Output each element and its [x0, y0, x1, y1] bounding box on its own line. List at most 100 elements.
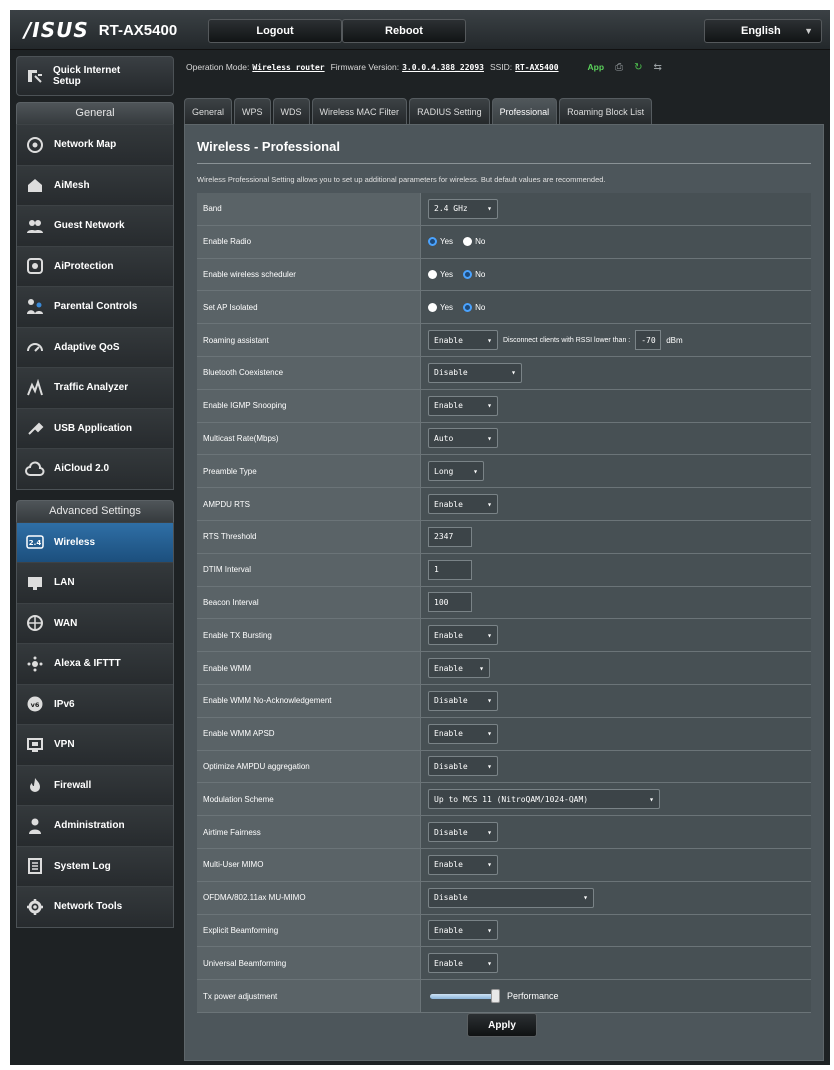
sidebar-item-aimesh[interactable]: AiMesh [17, 164, 173, 205]
reboot-button[interactable]: Reboot [342, 19, 466, 43]
preamble-select[interactable]: Long ▾ [428, 461, 484, 482]
bluetooth-select[interactable]: Disable ▾ [428, 362, 522, 383]
printer-icon[interactable]: ⎙ [615, 62, 623, 73]
sidebar-item-alexa-ifttt[interactable]: Alexa & IFTTT [17, 643, 173, 684]
sidebar-item-guest-network[interactable]: Guest Network [17, 205, 173, 246]
rssi-input[interactable]: -70 [635, 330, 662, 351]
radio-label: Yes [440, 237, 454, 247]
wmm-apsd-select[interactable]: Enable ▾ [428, 723, 498, 744]
setting-label: Enable Radio [197, 225, 421, 258]
ofdma-select[interactable]: Disable ▾ [428, 887, 594, 908]
sidebar-item-system-log[interactable]: System Log [17, 845, 173, 886]
op-mode-link[interactable]: Wireless router [252, 63, 324, 72]
top-bar: /ISUS RT-AX5400 Logout Reboot English ▼ [10, 10, 830, 50]
sidebar-item-parental-controls[interactable]: Parental Controls [17, 286, 173, 327]
radio-label: Yes [440, 269, 454, 279]
chevron-down-icon: ▾ [487, 499, 492, 509]
sidebar-item-label: WAN [54, 617, 78, 629]
setting-label: RTS Threshold [197, 520, 421, 553]
dtim-input[interactable]: 1 [428, 559, 472, 580]
sidebar-item-vpn[interactable]: VPN [17, 724, 173, 765]
tab-wps[interactable]: WPS [234, 98, 271, 124]
sidebar-item-wan[interactable]: WAN [17, 602, 173, 643]
slider-handle[interactable] [491, 988, 500, 1003]
app-link[interactable]: App [588, 62, 605, 72]
sidebar-item-lan[interactable]: LAN [17, 562, 173, 603]
asus-logo[interactable]: /ISUS RT-AX5400 [24, 18, 177, 42]
scheduler-yes[interactable]: Yes [428, 269, 454, 279]
band-value: 2.4 GHz [434, 204, 468, 214]
enable-radio-yes[interactable]: Yes [428, 237, 454, 247]
setting-label: Universal Beamforming [197, 947, 421, 980]
sidebar-item-administration[interactable]: Administration [17, 805, 173, 846]
sidebar-item-adaptive-qos[interactable]: Adaptive QoS [17, 326, 173, 367]
rssi-unit: dBm [666, 335, 683, 345]
igmp-select[interactable]: Enable ▾ [428, 395, 498, 416]
ampdu-rts-select[interactable]: Enable ▾ [428, 494, 498, 515]
sidebar-item-usb-application[interactable]: USB Application [17, 407, 173, 448]
scheduler-no[interactable]: No [463, 269, 485, 279]
router-admin-window: /ISUS RT-AX5400 Logout Reboot English ▼ … [10, 10, 830, 1065]
setting-row-tx-power: Tx power adjustment Performance [197, 980, 811, 1013]
wmm-value: Enable [434, 663, 463, 673]
quick-internet-setup-button[interactable]: Quick Internet Setup [16, 56, 174, 96]
ssid-link[interactable]: RT-AX5400 [515, 63, 558, 72]
setting-label: Explicit Beamforming [197, 914, 421, 947]
sidebar-item-network-tools[interactable]: Network Tools [17, 886, 173, 927]
wan-icon [25, 613, 45, 633]
ap-isolated-no[interactable]: No [463, 302, 485, 312]
tab-radius-setting[interactable]: RADIUS Setting [409, 98, 490, 124]
logout-button[interactable]: Logout [208, 19, 342, 43]
tab-professional[interactable]: Professional [491, 98, 558, 124]
tab-general[interactable]: General [184, 98, 233, 124]
sidebar-item-aicloud[interactable]: AiCloud 2.0 [17, 448, 173, 489]
band-select[interactable]: 2.4 GHz ▾ [428, 198, 498, 219]
sidebar-item-aiprotection[interactable]: AiProtection [17, 245, 173, 286]
setting-row-roaming-assistant: Roaming assistant Enable ▾ Disconnect cli… [197, 324, 811, 357]
chevron-down-icon: ▾ [487, 729, 492, 739]
explicit-bf-select[interactable]: Enable ▾ [428, 920, 498, 941]
language-select[interactable]: English ▼ [704, 19, 822, 43]
ap-isolated-yes[interactable]: Yes [428, 302, 453, 312]
modulation-select[interactable]: Up to MCS 11 (NitroQAM/1024-QAM) ▾ [428, 789, 660, 810]
sidebar-item-traffic-analyzer[interactable]: Traffic Analyzer [17, 367, 173, 408]
sidebar-item-label: Network Tools [54, 901, 123, 913]
quick-setup-label: Quick Internet Setup [53, 65, 121, 87]
roaming-select[interactable]: Enable ▾ [428, 330, 498, 351]
tab-wds[interactable]: WDS [272, 98, 310, 124]
sidebar-item-ipv6[interactable]: v6 IPv6 [17, 683, 173, 724]
enable-radio-no[interactable]: No [463, 237, 485, 247]
preamble-value: Long [434, 466, 454, 476]
ampdu-agg-select[interactable]: Disable ▾ [428, 756, 498, 777]
setting-label: Set AP Isolated [197, 291, 421, 324]
network-tools-icon [25, 897, 45, 917]
rts-threshold-input[interactable]: 2347 [428, 526, 472, 547]
tx-bursting-select[interactable]: Enable ▾ [428, 625, 498, 646]
universal-bf-select[interactable]: Enable ▾ [428, 953, 498, 974]
setting-row-rts-threshold: RTS Threshold 2347 [197, 520, 811, 554]
chevron-down-icon: ▾ [487, 401, 492, 411]
chevron-down-icon: ▾ [487, 827, 492, 837]
sidebar-item-label: Wireless [54, 536, 96, 548]
firmware-link[interactable]: 3.0.0.4.388_22093 [402, 63, 484, 72]
sidebar-item-label: Guest Network [54, 220, 125, 232]
wmm-select[interactable]: Enable ▾ [428, 658, 490, 679]
wmm-no-ack-select[interactable]: Disable ▾ [428, 690, 498, 711]
brand-logo: /ISUS [24, 18, 89, 42]
tab-wireless-mac-filter[interactable]: Wireless MAC Filter [311, 98, 408, 124]
tx-power-slider[interactable] [430, 988, 500, 1003]
firmware-label: Firmware Version: [330, 62, 400, 72]
apply-button[interactable]: Apply [467, 1013, 537, 1037]
usb-status-icon[interactable]: ⇆ [653, 62, 661, 73]
radio-selected-icon [428, 237, 437, 247]
sidebar-item-wireless[interactable]: 2.4 Wireless [17, 521, 173, 562]
internet-status-icon[interactable]: ↻ [634, 62, 642, 73]
tab-roaming-block-list[interactable]: Roaming Block List [559, 98, 653, 124]
mu-mimo-select[interactable]: Enable ▾ [428, 854, 498, 875]
setting-row-modulation-scheme: Modulation Scheme Up to MCS 11 (NitroQAM… [197, 783, 811, 817]
sidebar-item-network-map[interactable]: Network Map [17, 124, 173, 165]
sidebar-item-firewall[interactable]: Firewall [17, 764, 173, 805]
multicast-select[interactable]: Auto ▾ [428, 428, 498, 449]
airtime-select[interactable]: Disable ▾ [428, 822, 498, 843]
beacon-input[interactable]: 100 [428, 592, 472, 613]
